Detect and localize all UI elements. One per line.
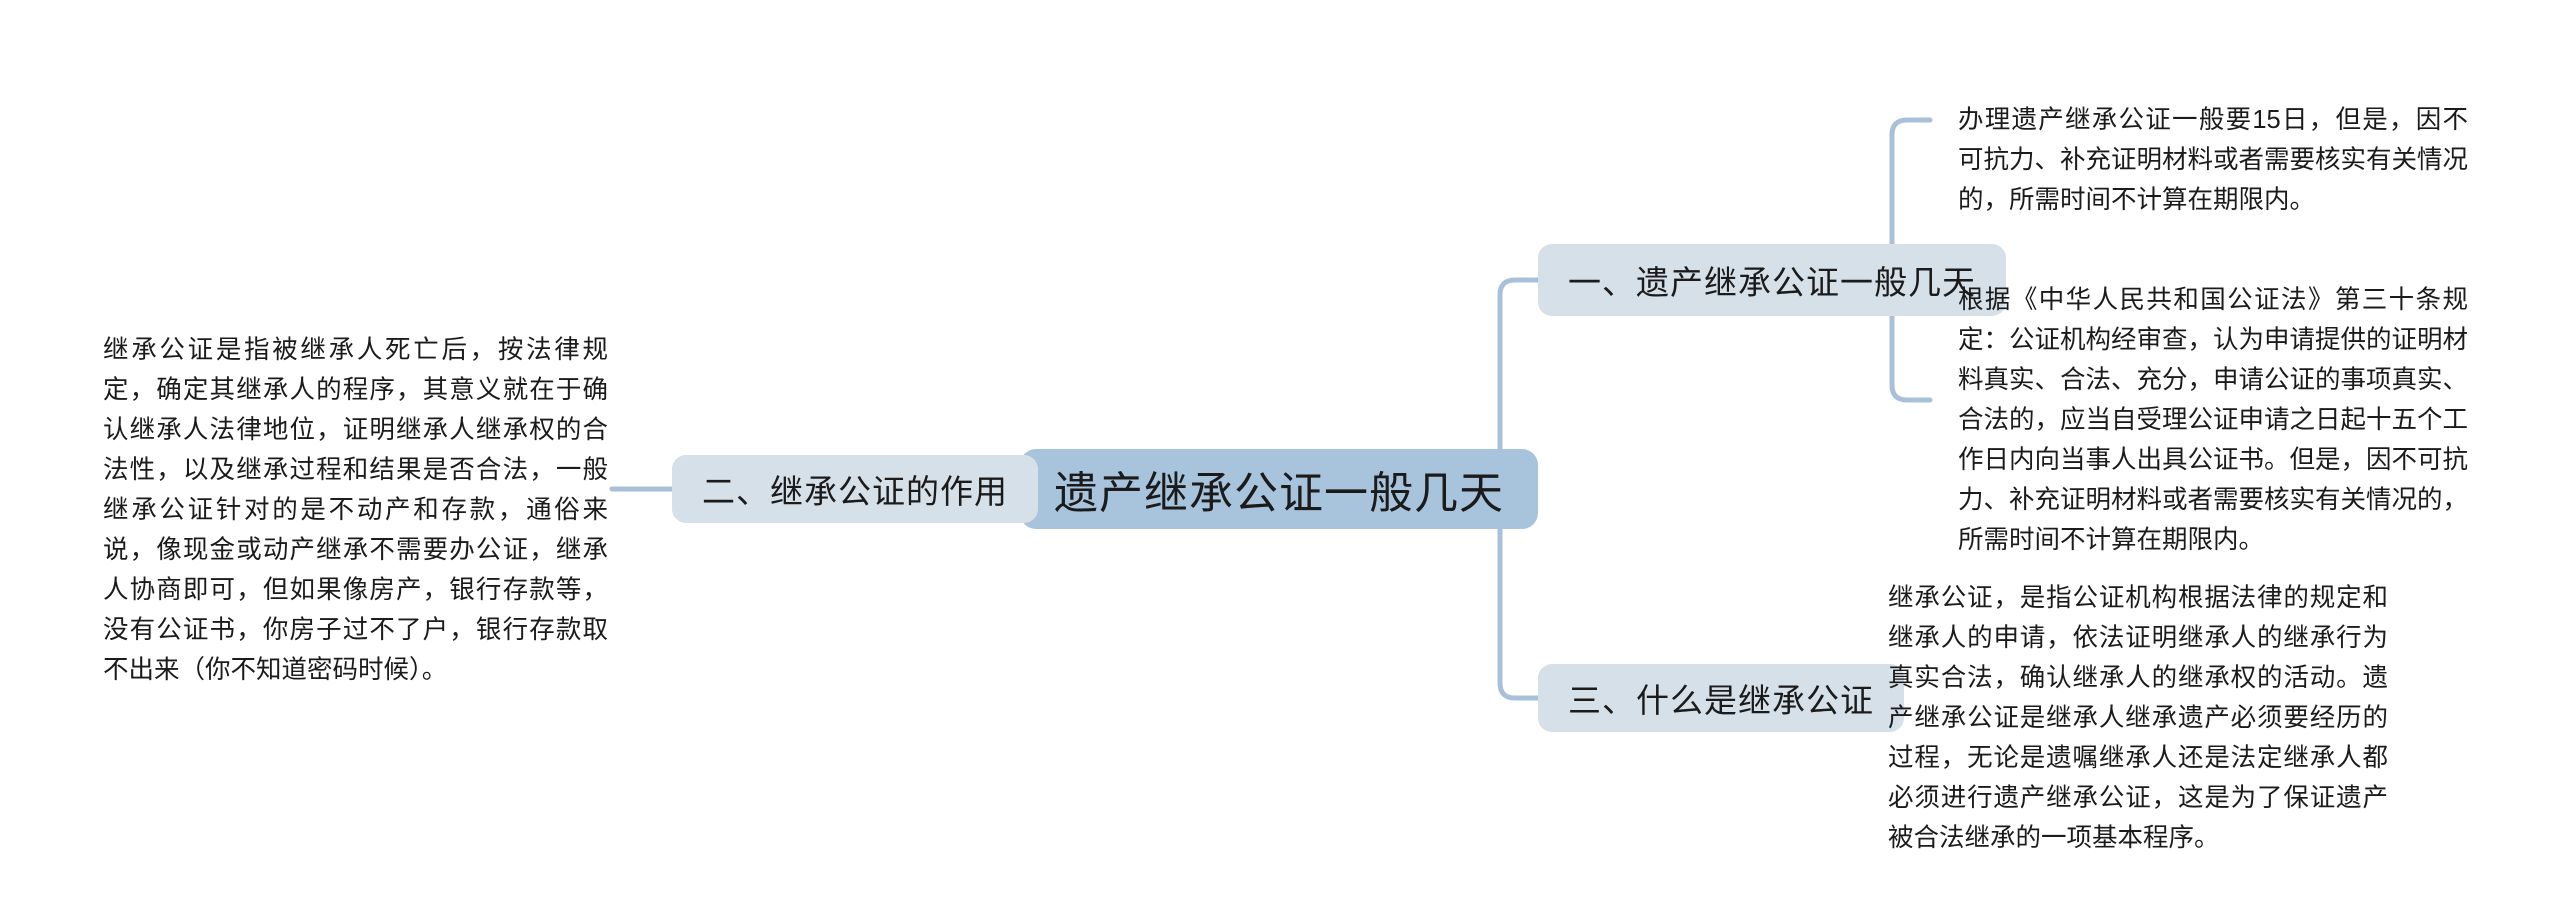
- root-node[interactable]: 遗产继承公证一般几天: [1020, 449, 1538, 529]
- leaf-text-1-2: 根据《中华人民共和国公证法》第三十条规定：公证机构经审查，认为申请提供的证明材料…: [1958, 286, 2469, 554]
- leaf-text-1-1: 办理遗产继承公证一般要15日，但是，因不可抗力、补充证明材料或者需要核实有关情况…: [1958, 106, 2469, 214]
- branch-node-2-label: 二、继承公证的作用: [702, 473, 1008, 510]
- branch-node-3[interactable]: 三、什么是继承公证: [1538, 664, 1904, 732]
- root-node-label: 遗产继承公证一般几天: [1054, 469, 1504, 518]
- branch-node-1[interactable]: 一、遗产继承公证一般几天: [1538, 244, 2006, 316]
- leaf-text-3-1: 继承公证，是指公证机构根据法律的规定和继承人的申请，依法证明继承人的继承行为真实…: [1888, 584, 2388, 852]
- leaf-text-2-1: 继承公证是指被继承人死亡后，按法律规定，确定其继承人的程序，其意义就在于确认继承…: [103, 336, 608, 684]
- mind-map-canvas: 遗产继承公证一般几天 一、遗产继承公证一般几天 二、继承公证的作用 三、什么是继…: [0, 0, 2560, 907]
- branch-node-1-label: 一、遗产继承公证一般几天: [1568, 264, 1976, 301]
- branch-node-3-label: 三、什么是继承公证: [1568, 682, 1874, 719]
- branch-node-2[interactable]: 二、继承公证的作用: [672, 455, 1038, 523]
